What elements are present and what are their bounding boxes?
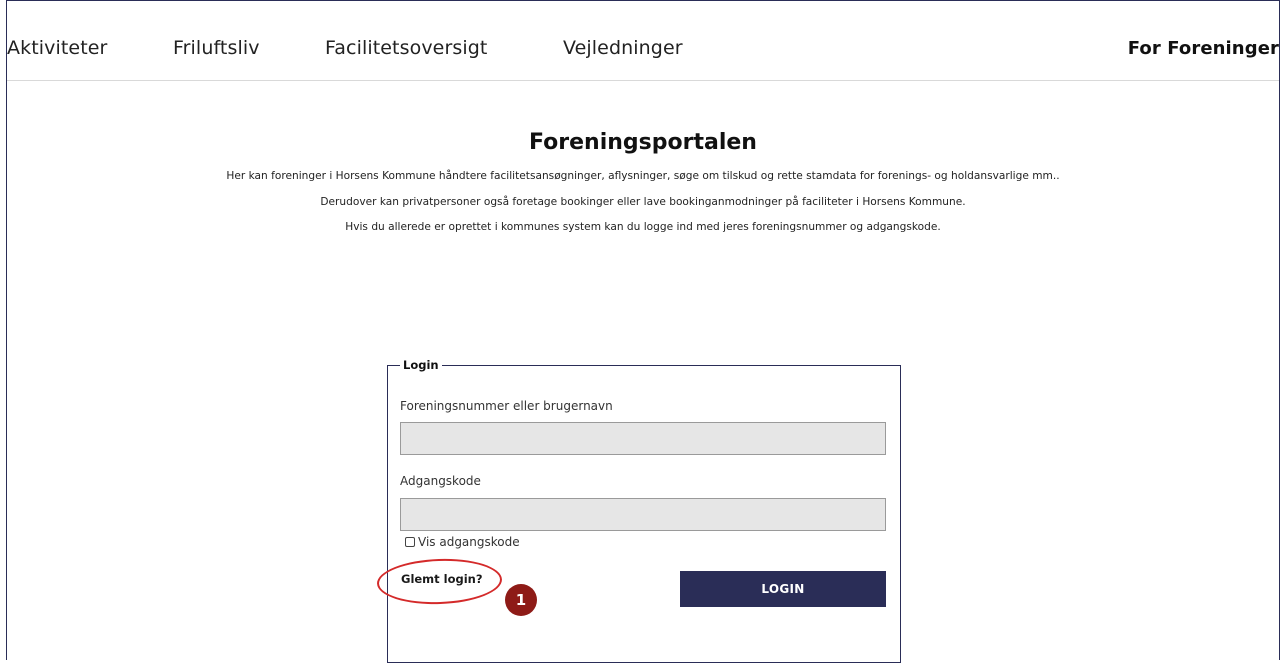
- page-frame: Aktiviteter Friluftsliv Facilitetsoversi…: [6, 0, 1280, 663]
- nav-item-vejledninger[interactable]: Vejledninger: [563, 37, 683, 59]
- nav-item-for-foreninger[interactable]: For Foreninger: [1128, 38, 1279, 59]
- show-password-label: Vis adgangskode: [418, 535, 520, 549]
- password-input[interactable]: [400, 498, 886, 531]
- show-password-row[interactable]: Vis adgangskode: [405, 535, 520, 549]
- intro-line-2: Derudover kan privatpersoner også foreta…: [320, 196, 966, 208]
- step-number-badge: 1: [505, 584, 537, 616]
- top-nav: Aktiviteter Friluftsliv Facilitetsoversi…: [7, 1, 1279, 81]
- username-input[interactable]: [400, 422, 886, 455]
- nav-item-facilitetsoversigt[interactable]: Facilitetsoversigt: [325, 37, 487, 59]
- nav-item-aktiviteter[interactable]: Aktiviteter: [7, 37, 107, 59]
- nav-item-friluftsliv[interactable]: Friluftsliv: [173, 37, 260, 59]
- page-title: Foreningsportalen: [529, 130, 757, 155]
- username-label: Foreningsnummer eller brugernavn: [400, 399, 613, 413]
- show-password-checkbox[interactable]: [405, 537, 415, 547]
- intro-line-3: Hvis du allerede er oprettet i kommunes …: [345, 221, 941, 233]
- intro-line-1: Her kan foreninger i Horsens Kommune hån…: [226, 170, 1060, 182]
- password-label: Adgangskode: [400, 474, 481, 488]
- login-legend: Login: [403, 358, 439, 372]
- login-button[interactable]: LOGIN: [680, 571, 886, 607]
